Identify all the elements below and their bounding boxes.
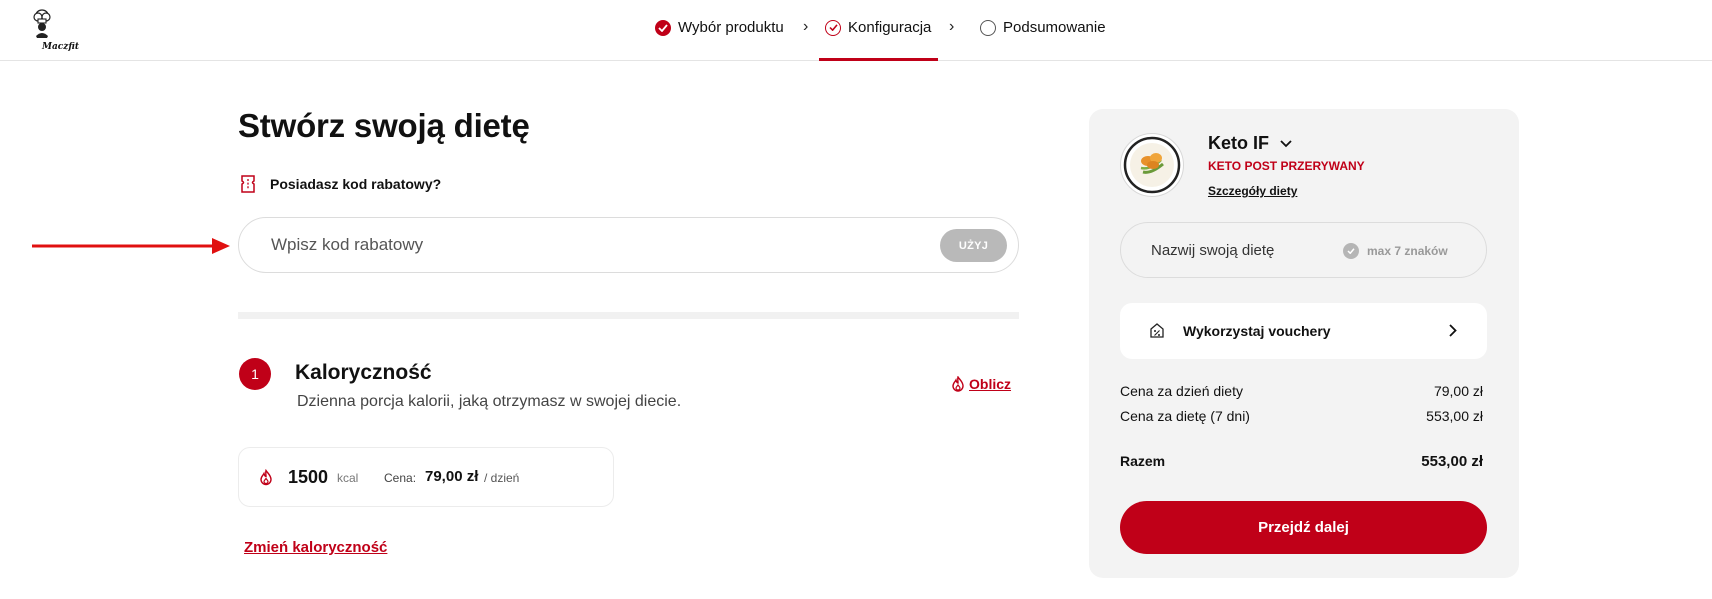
price-row-value: 553,00 zł — [1426, 408, 1483, 424]
step-summary[interactable]: Podsumowanie — [980, 19, 1106, 36]
diet-name-input[interactable] — [1151, 238, 1341, 262]
arrow-annotation — [32, 238, 230, 254]
section-subtitle: Dzienna porcja kalorii, jaką otrzymasz w… — [297, 393, 682, 410]
flame-icon — [952, 376, 964, 392]
diet-details-link[interactable]: Szczegóły diety — [1208, 184, 1297, 198]
step-product-selection[interactable]: Wybór produktu — [655, 19, 784, 36]
section-title: Kaloryczność — [295, 361, 432, 384]
chevron-right-icon — [1449, 324, 1457, 337]
check-circle-icon — [825, 19, 841, 36]
promo-code-input[interactable] — [271, 232, 871, 258]
step-label: Konfiguracja — [848, 19, 932, 36]
voucher-label: Wykorzystaj vouchery — [1183, 323, 1331, 339]
checkout-steps: Wybór produktu › Konfiguracja › Podsumow… — [0, 0, 1712, 61]
order-summary-panel: Keto IF KETO POST PRZERYWANY Szczegóły d… — [1089, 109, 1519, 578]
step-separator: › — [803, 18, 809, 35]
top-navigation-bar: Maczfit Wybór produktu › Konfiguracja › … — [0, 0, 1712, 61]
step-configuration[interactable]: Konfiguracja — [825, 19, 931, 36]
price-per-diet-row: Cena za dietę (7 dni) 553,00 zł — [1120, 408, 1483, 424]
price-per-day-row: Cena za dzień diety 79,00 zł — [1120, 383, 1483, 399]
diet-name-hint: max 7 znaków — [1343, 243, 1448, 259]
check-circle-icon — [655, 19, 671, 36]
diet-selector[interactable]: Keto IF — [1208, 133, 1292, 154]
flame-icon — [260, 469, 272, 486]
total-row: Razem 553,00 zł — [1120, 453, 1483, 470]
diet-name-field: max 7 znaków — [1120, 222, 1487, 278]
promo-code-field: UŻYJ — [238, 217, 1019, 273]
promo-question-label: Posiadasz kod rabatowy? — [270, 176, 442, 192]
section-divider — [238, 312, 1019, 319]
diet-name: Keto IF — [1208, 133, 1269, 153]
page-title: Stwórz swoją dietę — [238, 107, 530, 144]
hint-text: max 7 znaków — [1367, 244, 1448, 258]
active-step-underline — [819, 58, 938, 61]
step-label: Wybór produktu — [678, 19, 784, 36]
calculate-link-label: Oblicz — [969, 376, 1012, 392]
price-per-day: / dzień — [484, 471, 520, 485]
total-value: 553,00 zł — [1421, 453, 1483, 470]
price-row-label: Cena za dietę (7 dni) — [1120, 408, 1250, 424]
change-calories-link[interactable]: Zmień kaloryczność — [244, 539, 387, 556]
chevron-down-icon — [1280, 139, 1292, 147]
check-circle-icon — [1343, 243, 1359, 259]
total-label: Razem — [1120, 453, 1166, 469]
promo-code-question: Posiadasz kod rabatowy? — [240, 175, 441, 193]
calorie-option-card[interactable]: 1500 kcal Cena: 79,00 zł / dzień — [238, 447, 614, 507]
price-value: 79,00 zł — [425, 468, 479, 485]
diet-subtitle: KETO POST PRZERYWANY — [1208, 159, 1365, 173]
kcal-unit: kcal — [337, 471, 359, 485]
section-number-badge: 1 — [239, 358, 271, 390]
step-separator: › — [949, 18, 955, 35]
ticket-icon — [241, 175, 255, 193]
apply-promo-button[interactable]: UŻYJ — [940, 229, 1007, 262]
step-label: Podsumowanie — [1003, 19, 1106, 36]
next-step-button[interactable]: Przejdź dalej — [1120, 501, 1487, 554]
use-vouchers-button[interactable]: Wykorzystaj vouchery — [1120, 303, 1487, 359]
price-row-value: 79,00 zł — [1433, 383, 1483, 399]
calculate-calories-link[interactable]: Oblicz — [951, 376, 1011, 392]
empty-circle-icon — [980, 19, 996, 36]
kcal-value: 1500 — [288, 467, 329, 487]
diet-image — [1120, 133, 1184, 197]
price-label: Cena: — [384, 471, 417, 485]
voucher-icon — [1150, 323, 1164, 338]
price-row-label: Cena za dzień diety — [1120, 383, 1243, 399]
